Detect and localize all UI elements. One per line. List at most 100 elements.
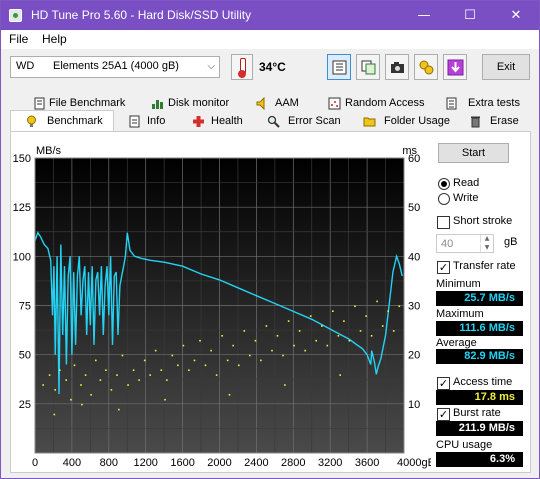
- menu-file[interactable]: File: [9, 32, 28, 46]
- access-time-point: [154, 349, 157, 352]
- x-tick: 0: [32, 457, 38, 469]
- y-tick-left: 150: [13, 153, 31, 165]
- stepper-up-icon[interactable]: ▲: [480, 235, 493, 243]
- tab-benchmark[interactable]: Benchmark: [10, 110, 114, 131]
- minimum-value: 25.7 MB/s: [436, 291, 523, 306]
- tab-label: Extra tests: [468, 97, 520, 109]
- short-stroke-checkbox[interactable]: [437, 216, 450, 229]
- access-time-point: [370, 335, 373, 337]
- menu-help[interactable]: Help: [42, 32, 67, 46]
- access-time-point: [221, 335, 223, 337]
- tab-disk-monitor[interactable]: Disk monitor: [145, 94, 250, 113]
- tab-label: Error Scan: [288, 115, 341, 127]
- access-time-point: [254, 339, 257, 342]
- access-time-point: [398, 305, 401, 308]
- temperature-readout: 34°C: [259, 60, 286, 74]
- x-tick: 3600: [355, 457, 379, 469]
- tab-label: AAM: [275, 97, 299, 109]
- maximum-label: Maximum: [436, 308, 484, 320]
- maximize-button[interactable]: ☐: [447, 1, 493, 30]
- burst-rate-checkbox[interactable]: ✓: [437, 408, 450, 421]
- access-time-point: [138, 379, 140, 381]
- access-time-point: [84, 374, 87, 376]
- tab-folder-usage[interactable]: Folder Usage: [357, 112, 453, 131]
- access-time-point: [118, 408, 120, 411]
- tab-label: Erase: [490, 115, 519, 127]
- y-tick-right: 30: [408, 301, 420, 313]
- access-time-point: [132, 369, 135, 371]
- stepper-down-icon[interactable]: ▼: [480, 244, 493, 252]
- access-time-point: [260, 359, 262, 362]
- burst-rate-value: 211.9 MB/s: [436, 421, 523, 436]
- access-time-point: [48, 374, 51, 376]
- access-time-point: [171, 354, 174, 357]
- access-time-point: [65, 379, 67, 381]
- bar-chart-icon: [152, 100, 163, 109]
- tab-erase[interactable]: Erase: [463, 112, 529, 131]
- x-tick: 2000: [207, 457, 231, 469]
- access-time-point: [249, 354, 251, 357]
- access-time-point: [326, 344, 329, 347]
- screenshot-toolbar-button[interactable]: [385, 54, 409, 80]
- red-cross-icon: [193, 116, 204, 127]
- access-time-point: [215, 374, 218, 376]
- save-icon: [419, 60, 434, 75]
- magnifier-icon: [267, 115, 280, 128]
- tab-extra-tests[interactable]: Extra tests: [439, 94, 531, 113]
- access-time-point: [376, 300, 378, 303]
- copy-toolbar-button[interactable]: [356, 54, 380, 80]
- y-tick-right: 50: [408, 202, 420, 214]
- access-time-point: [359, 330, 362, 332]
- start-button[interactable]: Start: [438, 143, 509, 163]
- access-time-point: [387, 310, 389, 312]
- access-time-point: [343, 320, 345, 322]
- write-radio[interactable]: [438, 193, 450, 205]
- close-button[interactable]: ✕: [493, 1, 539, 30]
- access-time-point: [271, 349, 273, 352]
- tab-random-access[interactable]: Random Access: [322, 94, 439, 113]
- write-label: Write: [453, 192, 479, 204]
- save-toolbar-button[interactable]: [414, 54, 438, 80]
- exit-button[interactable]: Exit: [482, 54, 530, 80]
- access-time-point: [99, 379, 102, 381]
- info-toolbar-button[interactable]: [327, 54, 351, 80]
- tab-label: File Benchmark: [49, 97, 126, 109]
- access-time-point: [110, 389, 113, 391]
- access-time-point: [143, 359, 146, 362]
- download-toolbar-button[interactable]: [443, 54, 467, 80]
- benchmark-controls: Start Read Write Short stroke 40 ▲ ▼ gB …: [434, 139, 529, 469]
- drive-select[interactable]: WD Elements 25A1 (4000 gB) ⌵: [10, 56, 220, 78]
- maximum-value: 111.6 MB/s: [436, 321, 523, 336]
- title-bar[interactable]: HD Tune Pro 5.60 - Hard Disk/SSD Utility…: [1, 1, 539, 30]
- access-time-point: [332, 310, 334, 312]
- access-time-point: [282, 354, 284, 357]
- access-time-point: [42, 384, 44, 386]
- access-time-point: [337, 335, 340, 337]
- y-tick-left: 25: [19, 399, 31, 411]
- short-stroke-stepper[interactable]: 40 ▲ ▼: [436, 234, 494, 253]
- list-icon: [446, 97, 457, 110]
- minimize-button[interactable]: —: [401, 1, 447, 30]
- x-tick: 4000gB: [397, 457, 431, 469]
- speaker-icon: [256, 97, 265, 110]
- benchmark-chart: MB/s ms 25 50 75 100 125 150 10 20 30 40 50 60 0 400 800…: [10, 139, 435, 469]
- short-stroke-value: 40: [441, 238, 454, 250]
- drive-prefix: WD: [16, 60, 35, 72]
- tab-health[interactable]: Health: [186, 112, 252, 131]
- access-time-point: [321, 325, 323, 327]
- tab-aam[interactable]: AAM: [250, 94, 322, 113]
- transfer-rate-checkbox[interactable]: ✓: [437, 261, 450, 274]
- access-time-checkbox[interactable]: ✓: [437, 377, 450, 390]
- cpu-usage-label: CPU usage: [436, 439, 493, 451]
- tab-error-scan[interactable]: Error Scan: [261, 112, 347, 131]
- access-time-point: [309, 315, 312, 317]
- thermometer-icon[interactable]: [231, 54, 253, 80]
- access-time-point: [80, 384, 82, 386]
- access-time-point: [298, 330, 301, 332]
- y-tick-right: 10: [408, 399, 420, 411]
- drive-name: Elements 25A1 (4000 gB): [53, 60, 179, 72]
- cpu-usage-value: 6.3%: [436, 452, 523, 467]
- minimum-label: Minimum: [436, 278, 481, 290]
- tab-info[interactable]: Info: [122, 112, 178, 131]
- read-radio[interactable]: [438, 178, 450, 190]
